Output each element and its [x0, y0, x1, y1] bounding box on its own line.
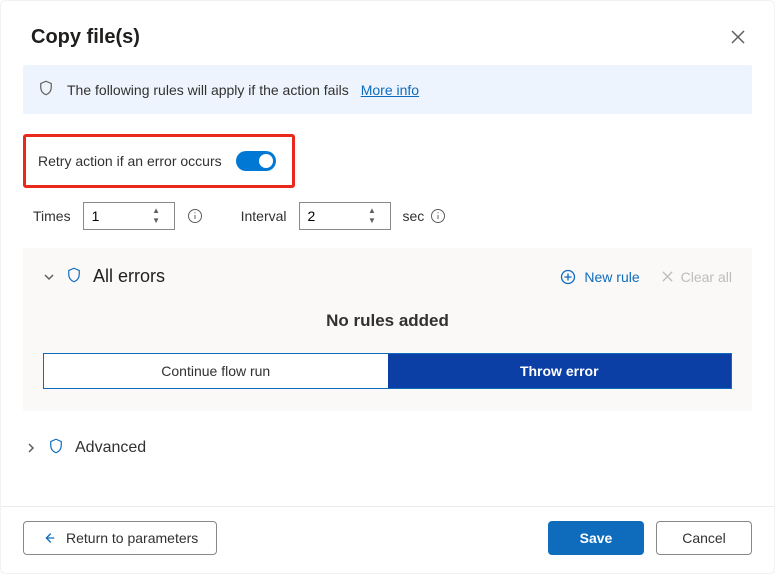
collapse-button[interactable] — [43, 271, 55, 283]
info-icon[interactable] — [187, 208, 203, 224]
dialog-body: Retry action if an error occurs Times ▲ … — [1, 114, 774, 506]
error-action-segmented: Continue flow run Throw error — [43, 353, 732, 389]
errors-panel: All errors New rule Clear all No rules a… — [23, 248, 752, 411]
info-icon[interactable] — [430, 208, 446, 224]
times-group: Times ▲ ▼ — [33, 202, 203, 230]
retry-row: Retry action if an error occurs — [23, 134, 295, 188]
shield-icon — [65, 266, 83, 287]
dialog: Copy file(s) The following rules will ap… — [0, 0, 775, 574]
close-icon — [731, 30, 745, 44]
interval-spinner[interactable]: ▲ ▼ — [299, 202, 391, 230]
plus-circle-icon — [560, 269, 576, 285]
more-info-link[interactable]: More info — [361, 82, 419, 98]
shield-icon — [37, 79, 55, 100]
save-button[interactable]: Save — [548, 521, 644, 555]
interval-unit: sec — [403, 208, 425, 224]
interval-group: Interval ▲ ▼ sec — [241, 202, 447, 230]
new-rule-button[interactable]: New rule — [560, 269, 639, 285]
chevron-up-icon: ▲ — [368, 207, 376, 215]
retry-toggle[interactable] — [236, 151, 276, 171]
banner-text: The following rules will apply if the ac… — [67, 82, 349, 98]
new-rule-label: New rule — [584, 269, 639, 285]
expand-button — [25, 442, 37, 454]
retry-label: Retry action if an error occurs — [38, 153, 222, 169]
cancel-button[interactable]: Cancel — [656, 521, 752, 555]
chevron-down-icon — [43, 271, 55, 283]
advanced-title: Advanced — [75, 439, 146, 457]
continue-flow-button[interactable]: Continue flow run — [44, 354, 388, 388]
chevron-up-icon: ▲ — [152, 207, 160, 215]
retry-params-row: Times ▲ ▼ Interval ▲ — [33, 202, 752, 230]
chevron-down-icon: ▼ — [368, 217, 376, 225]
x-icon — [662, 271, 673, 282]
clear-all-label: Clear all — [681, 269, 732, 285]
empty-state-text: No rules added — [43, 311, 732, 331]
close-button[interactable] — [724, 23, 752, 51]
chevron-down-icon: ▼ — [152, 217, 160, 225]
interval-unit-group: sec — [403, 208, 447, 224]
dialog-title: Copy file(s) — [31, 26, 140, 49]
times-input[interactable] — [84, 203, 144, 229]
dialog-header: Copy file(s) — [1, 1, 774, 65]
errors-title: All errors — [93, 266, 165, 287]
return-to-parameters-button[interactable]: Return to parameters — [23, 521, 217, 555]
clear-all-button[interactable]: Clear all — [662, 269, 732, 285]
times-label: Times — [33, 208, 71, 224]
advanced-section-toggle[interactable]: Advanced — [23, 429, 752, 476]
return-label: Return to parameters — [66, 530, 198, 546]
interval-stepper[interactable]: ▲ ▼ — [360, 203, 384, 229]
times-stepper[interactable]: ▲ ▼ — [144, 203, 168, 229]
arrow-left-icon — [42, 531, 56, 545]
times-spinner[interactable]: ▲ ▼ — [83, 202, 175, 230]
errors-header: All errors New rule Clear all — [43, 266, 732, 287]
interval-label: Interval — [241, 208, 287, 224]
dialog-footer: Return to parameters Save Cancel — [1, 506, 774, 573]
interval-input[interactable] — [300, 203, 360, 229]
info-banner: The following rules will apply if the ac… — [23, 65, 752, 114]
shield-icon — [47, 437, 65, 458]
chevron-right-icon — [25, 442, 37, 454]
throw-error-button[interactable]: Throw error — [388, 354, 732, 388]
